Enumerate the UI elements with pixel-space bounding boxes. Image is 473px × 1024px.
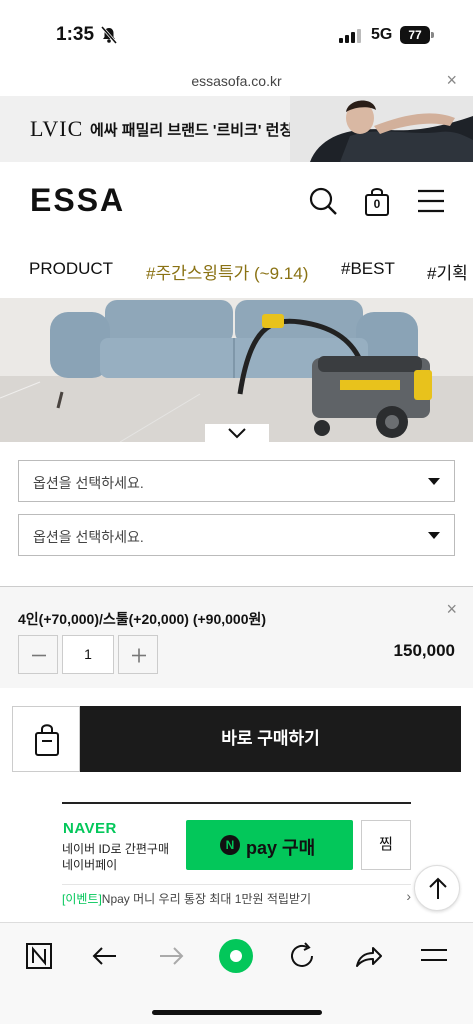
- cart-count: 0: [373, 197, 381, 211]
- naver-pay-event-link[interactable]: [이벤트]Npay 머니 우리 통장 최대 1만원 적립받기: [62, 890, 311, 907]
- status-time: 1:35: [56, 24, 95, 45]
- option-select-2[interactable]: 옵션을 선택하세요.: [18, 514, 455, 556]
- promo-banner[interactable]: LVIC 에싸 패밀리 브랜드 '르비크' 런칭: [0, 96, 473, 162]
- nav-item-best[interactable]: #BEST: [341, 259, 395, 279]
- event-text: Npay 머니 우리 통장 최대 1만원 적립받기: [101, 892, 312, 906]
- nav-item-weekly-sale[interactable]: #주간스윙특가 (~9.14): [146, 259, 308, 284]
- essa-logo[interactable]: ESSA: [30, 182, 125, 219]
- divider: [62, 884, 411, 885]
- promo-brand-logo: LVIC: [30, 116, 84, 141]
- quantity-input[interactable]: 1: [62, 635, 114, 674]
- npay-n-icon: N: [220, 835, 240, 855]
- product-image: [0, 298, 473, 442]
- quantity-increase-button[interactable]: [118, 635, 158, 674]
- wishlist-button[interactable]: 찜: [361, 820, 411, 870]
- menu-icon[interactable]: [417, 939, 451, 973]
- promo-model-image: [290, 96, 473, 162]
- url-text[interactable]: essasofa.co.kr: [0, 73, 473, 89]
- battery-icon: 77: [400, 26, 434, 44]
- option-select-2-placeholder: 옵션을 선택하세요.: [33, 529, 144, 545]
- selected-option-price: 150,000: [393, 641, 455, 660]
- chevron-down-icon: [228, 428, 246, 439]
- expand-image-button[interactable]: [205, 424, 269, 442]
- home-indicator: [152, 1010, 322, 1015]
- back-arrow-icon[interactable]: [88, 939, 122, 973]
- search-icon[interactable]: [308, 186, 338, 216]
- browser-toolbar: [0, 922, 473, 1024]
- naver-pay-buy-button[interactable]: N pay 구매: [186, 820, 353, 870]
- hamburger-menu-icon[interactable]: [416, 186, 446, 216]
- naver-pay-subtitle-1: 네이버 ID로 간편구매: [62, 842, 169, 856]
- minus-icon: [32, 654, 46, 657]
- nav-item-special[interactable]: #기획: [427, 259, 468, 284]
- caret-down-icon: [428, 478, 440, 485]
- battery-level: 77: [400, 26, 430, 44]
- url-bar[interactable]: essasofa.co.kr ×: [0, 66, 473, 96]
- shopping-bag-icon: [35, 724, 59, 756]
- bell-off-icon: [100, 26, 118, 44]
- buy-now-button[interactable]: 바로 구매하기: [80, 706, 461, 772]
- refresh-icon[interactable]: [285, 939, 319, 973]
- naver-logo: NAVER: [63, 820, 117, 837]
- naver-home-icon[interactable]: [22, 939, 56, 973]
- category-nav: PRODUCT #주간스윙특가 (~9.14) #BEST #기획: [0, 242, 473, 298]
- quantity-decrease-button[interactable]: [18, 635, 58, 674]
- add-to-cart-button[interactable]: [12, 706, 80, 772]
- chevron-right-icon[interactable]: ›: [406, 888, 411, 904]
- status-bar: 1:35 5G 77: [0, 0, 473, 66]
- selected-option-label: 4인(+70,000)/스툴(+20,000) (+90,000원): [18, 611, 267, 627]
- cart-button[interactable]: 0: [362, 186, 392, 216]
- arrow-up-icon: [429, 877, 447, 899]
- event-tag: [이벤트]: [62, 892, 102, 906]
- nav-item-product[interactable]: PRODUCT: [29, 259, 113, 279]
- naver-pay-buy-label: pay 구매: [246, 838, 316, 858]
- signal-icon: [339, 29, 361, 43]
- naver-pay-section: NAVER 네이버 ID로 간편구매 네이버페이 N pay 구매 찜 [이벤트…: [62, 802, 411, 912]
- forward-arrow-icon[interactable]: [154, 939, 188, 973]
- option-select-1[interactable]: 옵션을 선택하세요.: [18, 460, 455, 502]
- scroll-to-top-button[interactable]: [414, 865, 460, 911]
- caret-down-icon: [428, 532, 440, 539]
- selected-option-panel: 4인(+70,000)/스툴(+20,000) (+90,000원) × 1 1…: [0, 586, 473, 688]
- share-icon[interactable]: [351, 939, 385, 973]
- close-icon[interactable]: ×: [446, 70, 457, 91]
- promo-text: 에싸 패밀리 브랜드 '르비크' 런칭: [90, 122, 294, 139]
- plus-icon: [132, 648, 146, 663]
- site-header: ESSA 0: [0, 162, 473, 242]
- network-label: 5G: [371, 26, 393, 43]
- green-dot-icon[interactable]: [219, 939, 253, 973]
- option-select-1-placeholder: 옵션을 선택하세요.: [33, 475, 144, 491]
- naver-pay-subtitle-2: 네이버페이: [62, 858, 118, 872]
- remove-option-icon[interactable]: ×: [446, 599, 457, 620]
